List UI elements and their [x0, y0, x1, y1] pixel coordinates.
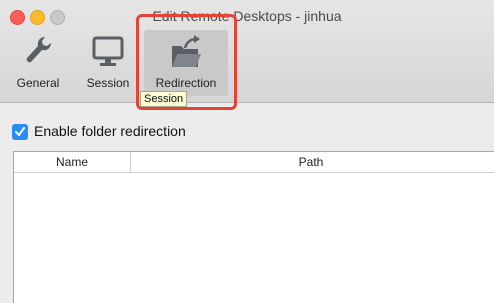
column-header-path[interactable]: Path: [131, 152, 491, 172]
window-title: Edit Remote Desktops - jinhua: [152, 8, 342, 24]
monitor-icon: [91, 34, 125, 73]
enable-redirection-label: Enable folder redirection: [34, 123, 186, 139]
toolbar-session-tab[interactable]: Session: [80, 34, 136, 92]
window: Edit Remote Desktops - jinhua General Se…: [0, 0, 494, 303]
toolbar-redirection-label: Redirection: [155, 76, 217, 90]
enable-redirection-checkbox[interactable]: [12, 124, 28, 140]
toolbar-general-tab[interactable]: General: [8, 34, 68, 92]
toolbar: Edit Remote Desktops - jinhua General Se…: [0, 0, 494, 110]
wrench-icon: [23, 34, 53, 73]
table-header: Name Path: [14, 152, 494, 173]
folder-redirect-icon: [169, 34, 203, 75]
checkmark-icon: [15, 127, 25, 136]
toolbar-session-label: Session: [86, 76, 130, 90]
tooltip: Session: [140, 91, 188, 107]
redirection-table[interactable]: Name Path: [13, 151, 494, 303]
toolbar-redirection-tab[interactable]: Redirection: [144, 30, 228, 96]
toolbar-general-label: General: [16, 76, 60, 90]
column-header-name[interactable]: Name: [14, 152, 131, 172]
